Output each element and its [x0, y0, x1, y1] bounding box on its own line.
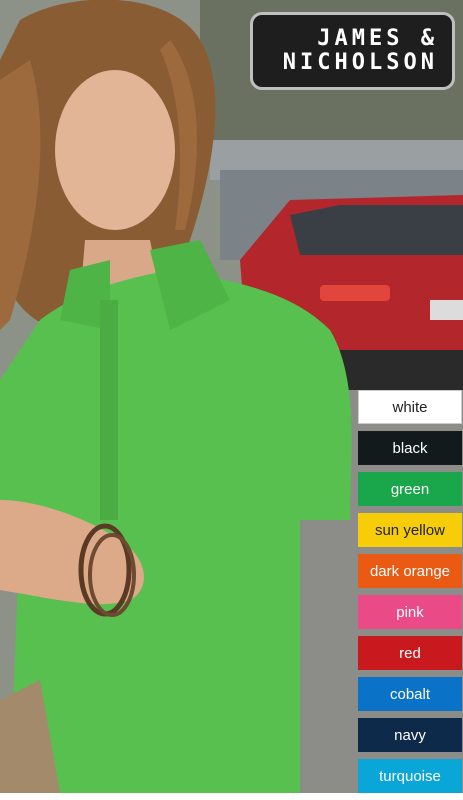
color-swatch-red[interactable]: red [358, 636, 462, 670]
color-swatch-pink[interactable]: pink [358, 595, 462, 629]
color-swatch-navy[interactable]: navy [358, 718, 462, 752]
color-swatch-dark-orange[interactable]: dark orange [358, 554, 462, 588]
color-swatch-sun-yellow[interactable]: sun yellow [358, 513, 462, 547]
color-swatch-cobalt[interactable]: cobalt [358, 677, 462, 711]
color-swatch-turquoise[interactable]: turquoise [358, 759, 462, 793]
color-swatch-white[interactable]: white [358, 390, 462, 424]
brand-name-line-2: NICHOLSON [282, 50, 438, 75]
color-swatch-list: white black green sun yellow dark orange pink… [358, 390, 462, 800]
color-swatch-black[interactable]: black [358, 431, 462, 465]
color-swatch-green[interactable]: green [358, 472, 462, 506]
brand-name-line-1: JAMES & [317, 26, 438, 51]
brand-logo: JAMES & NICHOLSON [250, 12, 455, 90]
